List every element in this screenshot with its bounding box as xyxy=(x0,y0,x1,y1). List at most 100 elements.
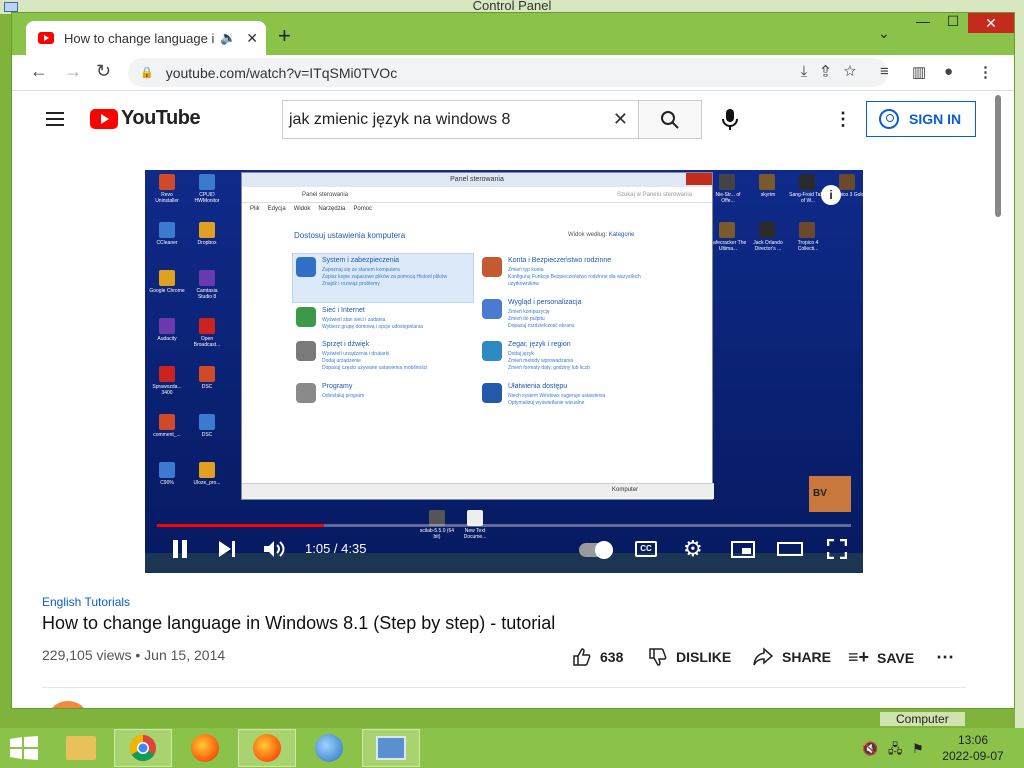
action-center-flag-icon[interactable]: ⚑ xyxy=(912,741,924,756)
video-progress-bar[interactable] xyxy=(157,524,851,527)
video-category-link: Zapoznaj się ze stanem komputera xyxy=(322,267,400,273)
video-category-link: Zmień formaty daty, godziny lub liczb xyxy=(508,365,590,371)
close-tab-icon[interactable]: ✕ xyxy=(246,30,258,47)
next-video-icon[interactable] xyxy=(217,540,237,558)
network-icon[interactable]: 🖧 xyxy=(888,741,903,756)
video-desktop-icon xyxy=(199,270,215,286)
like-button[interactable]: 638 xyxy=(572,647,623,667)
captions-icon[interactable]: CC xyxy=(635,541,657,557)
back-arrow-icon[interactable]: ← xyxy=(30,61,48,82)
background-window-computer-label: Computer xyxy=(880,712,965,726)
hamburger-menu-icon[interactable] xyxy=(46,112,64,126)
settings-menu-icon[interactable]: ⋮ xyxy=(834,109,852,130)
clear-search-icon[interactable]: ✕ xyxy=(613,109,628,130)
speaker-icon[interactable]: 🔉 xyxy=(220,30,236,46)
system-tray: 🔇 🖧 ⚑ xyxy=(862,740,924,762)
forward-arrow-icon[interactable]: → xyxy=(64,61,82,82)
video-desktop-icon-label: skyrim xyxy=(760,192,776,198)
sign-in-button[interactable]: SIGN IN xyxy=(866,101,976,137)
video-category-icon xyxy=(296,257,316,277)
subscribe-button-peek[interactable] xyxy=(856,708,966,709)
video-search-placeholder: Szukaj w Panelu sterowania xyxy=(616,192,692,198)
chrome-icon xyxy=(129,734,156,762)
video-category-link[interactable]: English Tutorials xyxy=(42,595,130,609)
video-player[interactable]: Revo Uninstaller CPUID HWMonitor CCleaner D… xyxy=(145,170,863,573)
reload-icon[interactable]: ↻ xyxy=(96,61,111,82)
video-category-link: Zmień metody wprowadzania xyxy=(508,358,574,364)
video-view-by: Widok według: Kategorie xyxy=(568,232,634,238)
new-tab-button[interactable]: + xyxy=(278,23,291,49)
profile-icon[interactable]: ● xyxy=(944,63,953,80)
scrollbar-thumb[interactable] xyxy=(995,95,1001,217)
tab-youtube[interactable]: How to change language in W 🔉 ✕ xyxy=(26,21,266,55)
video-desktop-icon-label: CCleaner xyxy=(156,240,178,246)
media-queue-icon[interactable]: ≡ xyxy=(880,63,889,80)
video-category-link: Zmień kompozycję xyxy=(508,309,550,315)
video-desktop-icon xyxy=(799,174,815,190)
video-desktop-icon-label: CPUID HWMonitor xyxy=(194,192,220,204)
channel-avatar[interactable] xyxy=(46,701,90,708)
taskbar-firefox[interactable] xyxy=(176,729,234,767)
info-badge-icon[interactable]: i xyxy=(821,185,841,205)
video-desktop-icon-label: DSC xyxy=(201,432,213,438)
video-menu-item: Narzędzia xyxy=(318,206,346,212)
taskbar-clock-globe[interactable] xyxy=(300,729,358,767)
more-actions-icon[interactable]: ⋯ xyxy=(936,647,954,668)
video-category-title: Zegar, język i region xyxy=(508,341,571,348)
taskbar-file-explorer[interactable] xyxy=(52,729,110,767)
video-desktop-icon xyxy=(199,366,215,382)
video-category-link: Odinstaluj program xyxy=(322,393,365,399)
windows-start-icon[interactable] xyxy=(10,736,38,760)
youtube-logo[interactable]: YouTube xyxy=(90,107,201,130)
video-desktop-icon xyxy=(719,174,735,190)
search-input[interactable]: jak zmienic język na windows 8 ✕ xyxy=(282,100,638,139)
taskbar-firefox-2[interactable] xyxy=(238,729,296,767)
video-watermark: BV xyxy=(809,476,851,512)
video-category-title: Programy xyxy=(322,383,353,390)
video-desktop-icon xyxy=(799,222,815,238)
section-divider xyxy=(42,687,966,688)
minimize-button[interactable]: — xyxy=(908,13,938,33)
save-button[interactable]: ≡+ SAVE xyxy=(848,647,914,668)
taskbar-control-panel[interactable] xyxy=(362,729,420,767)
close-window-button[interactable]: ✕ xyxy=(968,13,1014,33)
miniplayer-icon[interactable] xyxy=(731,541,755,558)
restore-button[interactable]: ☐ xyxy=(938,13,968,33)
video-desktop-icon-label: Uloze_pro... xyxy=(193,480,221,486)
browser-toolbar: ← → ↻ 🔒 youtube.com/watch?v=ITqSMi0TVOc … xyxy=(12,55,1014,91)
taskbar-clock[interactable]: 13:06 2022-09-07 xyxy=(940,732,1006,764)
browser-menu-icon[interactable]: ⋮ xyxy=(978,63,993,81)
fullscreen-icon[interactable] xyxy=(827,539,847,559)
autoplay-toggle[interactable] xyxy=(579,541,613,559)
page-scrollbar[interactable] xyxy=(992,93,1002,708)
thumbs-up-icon xyxy=(573,648,591,666)
search-button[interactable] xyxy=(638,100,702,139)
video-desktop-icon xyxy=(159,462,175,478)
windows-taskbar: 🔇 🖧 ⚑ 13:06 2022-09-07 xyxy=(0,728,1024,768)
share-icon[interactable]: ⇪ xyxy=(821,63,843,80)
pause-icon[interactable] xyxy=(171,539,189,559)
share-button[interactable]: SHARE xyxy=(752,647,831,667)
video-desktop-icon-label: Camtasia Studio 8 xyxy=(196,288,218,300)
microphone-icon[interactable] xyxy=(719,108,741,132)
video-category-title: Sieć i Internet xyxy=(322,307,365,314)
settings-gear-icon[interactable]: ⚙ xyxy=(683,536,703,562)
address-bar[interactable]: 🔒 youtube.com/watch?v=ITqSMi0TVOc ⤓⇪☆ xyxy=(128,58,888,87)
video-category-link: Zmień tło pulpitu xyxy=(508,316,545,322)
side-panel-icon[interactable]: ▥ xyxy=(912,63,926,81)
bookmark-star-icon[interactable]: ☆ xyxy=(844,63,870,80)
sign-in-label: SIGN IN xyxy=(909,111,962,127)
video-desktop-icon-label: Audacity xyxy=(157,336,177,342)
share-label: SHARE xyxy=(782,649,832,665)
lock-icon[interactable]: 🔒 xyxy=(140,66,154,79)
video-category-link: Znajdź i rozwiąż problemy xyxy=(322,281,380,287)
tab-search-chevron-icon[interactable]: ⌄ xyxy=(878,25,890,42)
taskbar-chrome[interactable] xyxy=(114,729,172,767)
volume-icon[interactable] xyxy=(263,540,285,558)
video-window-statusbar: Komputer xyxy=(242,483,714,499)
url-text: youtube.com/watch?v=ITqSMi0TVOc xyxy=(165,64,398,81)
theater-mode-icon[interactable] xyxy=(777,542,803,556)
volume-muted-icon[interactable]: 🔇 xyxy=(862,741,878,756)
dislike-button[interactable]: DISLIKE xyxy=(648,647,731,667)
install-icon[interactable]: ⤓ xyxy=(801,63,822,80)
